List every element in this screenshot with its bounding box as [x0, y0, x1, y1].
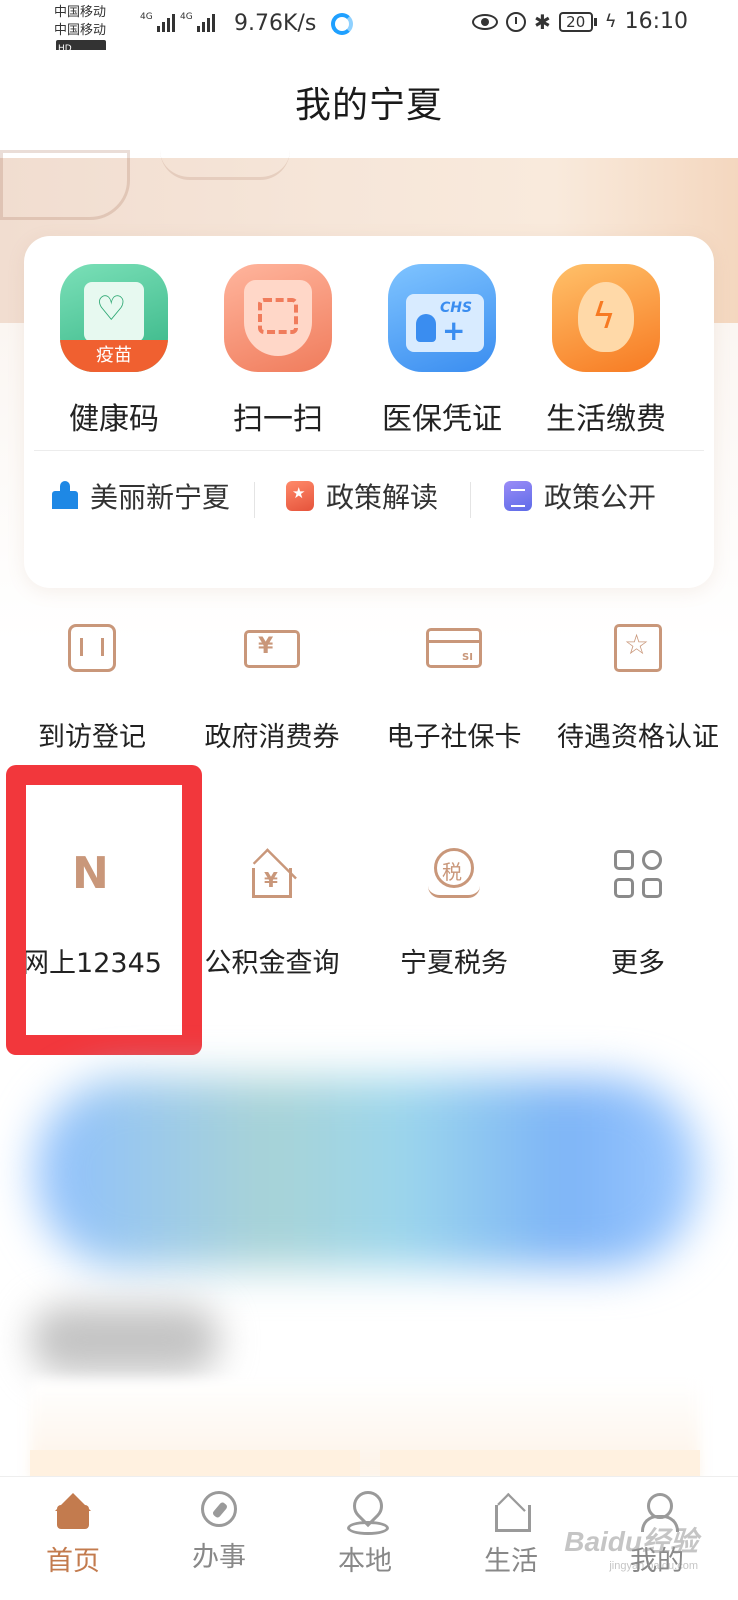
utility-payment-icon: ϟ	[552, 264, 660, 372]
quick-action-label: 医保凭证	[382, 402, 502, 437]
net-speed: 9.76K/s	[234, 11, 317, 36]
battery-level: 20	[558, 11, 593, 32]
divider	[254, 482, 255, 518]
policy-disclosure-icon	[504, 481, 532, 511]
service-visit-register[interactable]: 到访登记	[0, 620, 184, 756]
service-label: 政府消费券	[204, 722, 340, 753]
blurred-text	[30, 1305, 220, 1375]
quick-actions-card: ♡ 疫苗 健康码 扫一扫 CHS + 医保凭证 ϟ 生活缴费 美丽新宁夏 ★ 政…	[24, 236, 714, 588]
link-label: 美丽新宁夏	[90, 481, 231, 514]
alarm-icon	[505, 11, 526, 32]
tab-life[interactable]: 生活	[451, 1491, 571, 1578]
quick-action-label: 生活缴费	[546, 402, 666, 437]
service-label: 网上12345	[22, 948, 162, 979]
service-government-coupon[interactable]: ¥ 政府消费券	[180, 620, 364, 756]
carrier-1: 中国移动	[54, 5, 107, 20]
housing-fund-icon: ¥	[244, 846, 300, 902]
status-icons: ✱ 20 ϟ 16:10	[471, 9, 688, 34]
quick-action-label: 健康码	[69, 402, 159, 437]
divider	[470, 482, 471, 518]
tab-label: 首页	[46, 1546, 100, 1577]
bluetooth-icon: ✱	[533, 9, 551, 34]
carrier-2: 中国移动	[54, 23, 107, 38]
eye-icon	[471, 13, 498, 30]
visit-register-icon	[64, 620, 120, 676]
service-qualification-certification[interactable]: ☆ 待遇资格认证	[546, 620, 730, 756]
charging-icon: ϟ	[604, 11, 617, 32]
tab-label: 生活	[484, 1546, 538, 1577]
policy-interpretation-icon	[286, 481, 314, 511]
tab-local[interactable]: 本地	[305, 1491, 425, 1578]
social-security-card-icon: SI	[426, 620, 482, 676]
medical-insurance-icon: CHS +	[388, 264, 496, 372]
quick-action-utility-payment[interactable]: ϟ 生活缴费	[522, 264, 690, 438]
quick-action-medical-insurance[interactable]: CHS + 医保凭证	[358, 264, 526, 438]
vaccine-badge: 疫苗	[60, 340, 168, 372]
quick-actions-grid: ♡ 疫苗 健康码 扫一扫 CHS + 医保凭证 ϟ 生活缴费	[24, 264, 714, 437]
service-housing-fund[interactable]: ¥ 公积金查询	[180, 846, 364, 982]
status-bar: 中国移动 中国移动 HD 4G 4G 9.76K/s ✱ 20 ϟ 16:10	[0, 0, 738, 58]
quick-action-label: 扫一扫	[233, 402, 323, 437]
tab-services[interactable]: 办事	[159, 1491, 279, 1574]
link-label: 政策公开	[544, 481, 657, 514]
blurred-banner	[36, 1078, 700, 1268]
link-policy-interpretation[interactable]: 政策解读	[286, 476, 438, 516]
clock: 16:10	[624, 9, 688, 34]
tab-label: 办事	[192, 1542, 246, 1573]
link-label: 政策解读	[326, 481, 439, 514]
service-hotline-12345[interactable]: N 网上12345	[0, 846, 184, 982]
signal-icon: 4G	[140, 12, 175, 32]
coupon-icon: ¥	[244, 620, 300, 676]
tab-home[interactable]: 首页	[13, 1491, 133, 1578]
divider	[34, 450, 704, 451]
service-label: 到访登记	[38, 722, 146, 753]
battery-icon: 20	[558, 11, 597, 32]
service-ningxia-tax[interactable]: 税 宁夏税务	[362, 846, 546, 982]
life-house-icon	[491, 1491, 531, 1532]
location-pin-icon	[345, 1491, 389, 1535]
service-label: 更多	[611, 948, 665, 979]
scan-icon	[224, 264, 332, 372]
service-label: 电子社保卡	[386, 722, 522, 753]
app-header: 我的宁夏	[0, 50, 738, 158]
banner-decoration	[0, 150, 130, 220]
tax-icon: 税	[426, 846, 482, 902]
service-social-security-card[interactable]: SI 电子社保卡	[362, 620, 546, 756]
service-more[interactable]: 更多	[546, 846, 730, 982]
compass-icon	[201, 1491, 237, 1527]
quick-links-row: 美丽新宁夏 政策解读 政策公开	[24, 476, 714, 526]
signal-icon: 4G	[180, 12, 215, 32]
quick-action-scan[interactable]: 扫一扫	[194, 264, 362, 438]
banner-decoration	[160, 150, 290, 180]
hotline-12345-icon: N	[72, 848, 109, 899]
baidu-watermark: Baidu经验 jingyan.baidu.com	[564, 1526, 698, 1572]
quick-action-health-code[interactable]: ♡ 疫苗 健康码	[30, 264, 198, 438]
tab-label: 本地	[338, 1546, 392, 1577]
pavilion-icon	[50, 481, 78, 511]
qualification-icon: ☆	[610, 620, 666, 676]
home-icon	[53, 1491, 93, 1531]
qq-browser-icon	[331, 13, 353, 35]
more-grid-icon	[610, 846, 666, 902]
service-label: 宁夏税务	[400, 948, 508, 979]
service-label: 待遇资格认证	[557, 722, 719, 753]
link-policy-disclosure[interactable]: 政策公开	[504, 476, 656, 516]
service-label: 公积金查询	[204, 948, 340, 979]
page-title: 我的宁夏	[294, 85, 443, 126]
link-beautiful-ningxia[interactable]: 美丽新宁夏	[50, 476, 230, 516]
health-code-icon: ♡ 疫苗	[60, 264, 168, 372]
